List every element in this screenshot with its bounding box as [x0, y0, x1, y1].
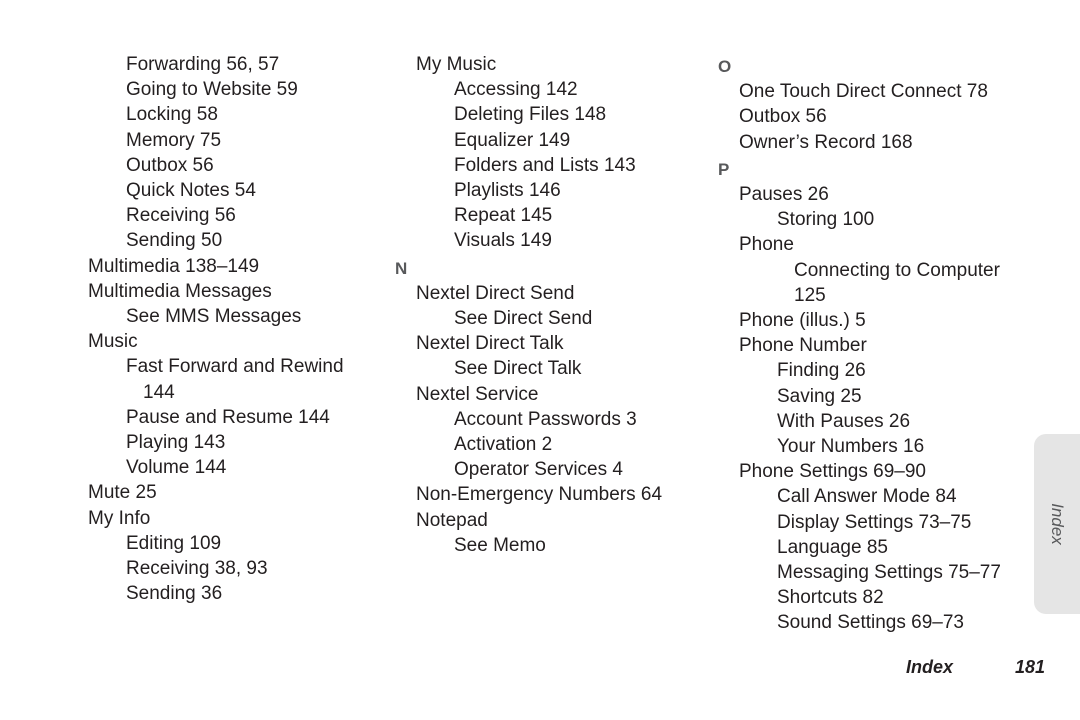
index-entry: Non-Emergency Numbers 64 — [416, 484, 663, 506]
index-entry: Editing 109 — [126, 532, 222, 554]
index-entry: Phone Number — [739, 335, 867, 357]
index-entry: See Direct Talk — [454, 358, 582, 380]
index-entry: Forwarding 56, 57 — [126, 54, 280, 75]
page-footer: Index 181 — [0, 657, 1045, 678]
index-entry: Repeat 145 — [454, 205, 553, 227]
index-entry: Outbox 56 — [126, 154, 214, 176]
index-entry: See MMS Messages — [126, 306, 302, 328]
index-entry: Sound Settings 69–73 — [777, 612, 964, 634]
index-entry: Multimedia 138–149 — [88, 255, 260, 277]
index-entry: Accessing 142 — [454, 79, 578, 101]
index-entry: Notepad — [416, 509, 488, 531]
index-entry: Phone — [739, 234, 794, 256]
index-entry: 144 — [143, 381, 175, 403]
index-entry: Folders and Lists 143 — [454, 154, 636, 176]
index-entry: Your Numbers 16 — [777, 436, 925, 458]
index-entry: Quick Notes 54 — [126, 180, 256, 202]
index-entry: Call Answer Mode 84 — [777, 486, 957, 508]
index-entry: My Info — [88, 507, 151, 529]
index-entry: Multimedia Messages — [88, 280, 272, 302]
index-entry: Pause and Resume 144 — [126, 406, 330, 428]
index-entry: Deleting Files 148 — [454, 104, 607, 126]
index-column-1: Forwarding 56, 57 Going to Website 59 Lock… — [88, 52, 388, 606]
index-entry: Mute 25 — [88, 482, 157, 504]
index-entry: Going to Website 59 — [126, 79, 298, 101]
index-entry: Messaging Settings 75–77 — [777, 562, 1001, 584]
footer-section-label: Index — [905, 657, 953, 677]
footer-page-number: 181 — [1014, 657, 1045, 677]
index-entry: See Direct Send — [454, 308, 593, 330]
index-entry: Pauses 26 — [739, 184, 829, 206]
side-thumb-tab-label: Index — [1048, 503, 1067, 545]
index-entry: Phone Settings 69–90 — [739, 461, 926, 483]
index-entry: Equalizer 149 — [454, 129, 571, 151]
index-page: Forwarding 56, 57 Going to Website 59 Lock… — [0, 0, 1080, 720]
index-entry: Activation 2 — [454, 434, 553, 456]
index-entry: Language 85 — [777, 536, 888, 558]
index-entry: See Memo — [454, 534, 546, 556]
index-entry: Receiving 56 — [126, 205, 236, 227]
index-entry: Account Passwords 3 — [454, 408, 637, 430]
index-entry: Sending 50 — [126, 230, 223, 252]
index-entry: Playlists 146 — [454, 180, 561, 202]
index-entry: Nextel Direct Talk — [416, 333, 564, 355]
index-entry: Locking 58 — [126, 104, 218, 126]
index-entry: Receiving 38, 93 — [126, 558, 268, 580]
index-column-3: O One Touch Direct Connect 78 Outbox 56 Own… — [718, 52, 1028, 636]
index-entry: Storing 100 — [777, 209, 875, 231]
index-letter-heading: N — [395, 258, 408, 278]
index-entry: One Touch Direct Connect 78 — [739, 81, 988, 103]
index-entry: Nextel Direct Send — [416, 282, 575, 304]
index-entry: Music — [88, 331, 138, 353]
index-letter-heading: O — [718, 57, 732, 76]
index-entry: With Pauses 26 — [777, 410, 911, 432]
side-thumb-tab: Index — [1034, 434, 1080, 614]
index-entry: Operator Services 4 — [454, 459, 623, 481]
index-entry: Connecting to Computer 125 — [794, 259, 1006, 306]
index-entry: Saving 25 — [777, 385, 862, 407]
index-entry: Memory 75 — [126, 129, 222, 151]
index-entry: Nextel Service — [416, 383, 539, 405]
index-entry: Display Settings 73–75 — [777, 511, 972, 533]
index-entry: Fast Forward and Rewind — [126, 356, 344, 378]
index-entry: Owner’s Record 168 — [739, 131, 913, 153]
index-letter-heading: P — [718, 159, 730, 179]
index-entry: Visuals 149 — [454, 230, 552, 252]
index-entry: Sending 36 — [126, 583, 223, 605]
index-entry: Volume 144 — [126, 457, 227, 479]
index-entry: Outbox 56 — [739, 106, 827, 128]
index-entry: Shortcuts 82 — [777, 587, 884, 609]
index-entry: Playing 143 — [126, 432, 226, 454]
index-entry: Finding 26 — [777, 360, 866, 382]
index-entry: Phone (illus.) 5 — [739, 310, 866, 332]
index-column-2: My Music Accessing 142 Deleting Files 148 E… — [395, 52, 700, 558]
index-entry: My Music — [416, 54, 497, 75]
